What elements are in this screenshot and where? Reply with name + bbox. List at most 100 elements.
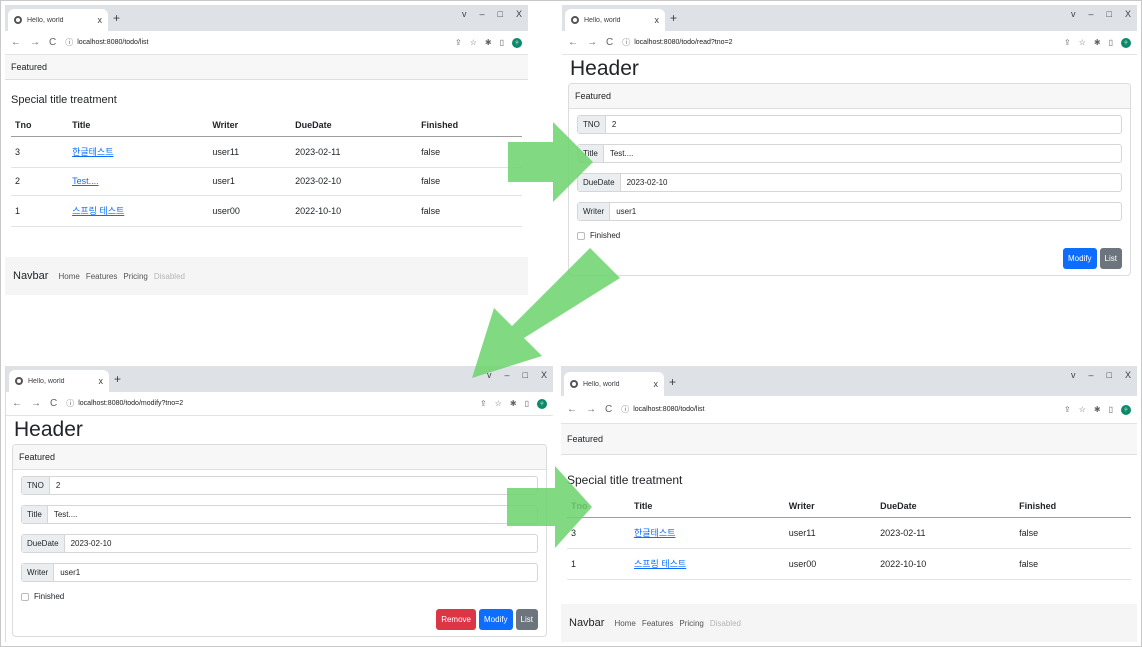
- maximize-button[interactable]: □: [1107, 370, 1112, 380]
- back-icon[interactable]: ←: [11, 37, 21, 48]
- share-icon[interactable]: ⇪: [1064, 405, 1071, 414]
- browser-tab[interactable]: Hello, world x: [565, 9, 665, 31]
- forward-icon[interactable]: →: [31, 398, 41, 409]
- browser-tab[interactable]: Hello, world x: [564, 372, 664, 396]
- nav-pricing[interactable]: Pricing: [123, 272, 147, 281]
- reload-icon[interactable]: C: [605, 404, 612, 415]
- close-tab-icon[interactable]: x: [99, 376, 104, 386]
- close-window-button[interactable]: X: [1125, 370, 1131, 380]
- back-icon[interactable]: ←: [12, 398, 22, 409]
- cell-duedate: 2023-02-10: [291, 167, 418, 196]
- nav-home[interactable]: Home: [58, 272, 79, 281]
- back-icon[interactable]: ←: [568, 37, 578, 48]
- profile-avatar[interactable]: 우: [1121, 404, 1131, 415]
- back-icon[interactable]: ←: [567, 404, 577, 415]
- nav-features[interactable]: Features: [642, 619, 674, 628]
- nav-features[interactable]: Features: [86, 272, 118, 281]
- cell-writer: user11: [784, 517, 877, 549]
- todo-link[interactable]: 한글테스트: [72, 147, 113, 157]
- url-field[interactable]: ⓘ localhost:8080/todo/list: [621, 404, 1055, 415]
- navbar-brand[interactable]: Navbar: [569, 617, 604, 629]
- modify-button[interactable]: Modify: [1062, 248, 1097, 269]
- extensions-icon[interactable]: ✱: [485, 38, 492, 47]
- todo-card: Featured TNO 2 Title Test.... DueDate 20…: [568, 83, 1131, 276]
- address-bar: ← → C ⓘ localhost:8080/todo/list ⇪ ☆ ✱ ▯…: [561, 396, 1137, 424]
- forward-icon[interactable]: →: [586, 404, 596, 415]
- tab-search-icon[interactable]: v: [462, 9, 467, 19]
- extensions-icon[interactable]: ✱: [510, 399, 517, 408]
- profile-avatar[interactable]: 우: [1121, 37, 1131, 48]
- title-input[interactable]: Test....: [48, 506, 537, 523]
- nav-disabled: Disabled: [153, 271, 185, 281]
- profile-avatar[interactable]: 우: [537, 398, 547, 409]
- writer-group: Writer user1: [21, 563, 538, 582]
- todo-link[interactable]: 스프링 테스트: [72, 206, 124, 216]
- info-icon[interactable]: ⓘ: [621, 404, 629, 415]
- cell-title: 한글테스트: [630, 517, 785, 549]
- list-button[interactable]: List: [515, 609, 538, 630]
- duedate-label: DueDate: [22, 535, 65, 552]
- side-panel-icon[interactable]: ▯: [525, 399, 529, 408]
- reload-icon[interactable]: C: [50, 398, 57, 409]
- close-window-button[interactable]: X: [516, 9, 522, 19]
- minimize-button[interactable]: –: [480, 9, 485, 19]
- extensions-icon[interactable]: ✱: [1094, 405, 1101, 414]
- new-tab-button[interactable]: +: [114, 372, 121, 386]
- minimize-button[interactable]: –: [1089, 370, 1094, 380]
- new-tab-button[interactable]: +: [670, 11, 677, 25]
- info-icon[interactable]: ⓘ: [622, 37, 630, 48]
- url-field[interactable]: ⓘ localhost:8080/todo/list: [65, 37, 446, 48]
- minimize-button[interactable]: –: [1089, 9, 1094, 19]
- close-window-button[interactable]: X: [541, 370, 547, 380]
- navbar-brand[interactable]: Navbar: [13, 270, 48, 282]
- tab-search-icon[interactable]: v: [1071, 9, 1076, 19]
- nav-pricing[interactable]: Pricing: [679, 619, 703, 628]
- card-title: Special title treatment: [11, 94, 117, 106]
- reload-icon[interactable]: C: [606, 37, 613, 48]
- bookmark-star-icon[interactable]: ☆: [470, 38, 477, 47]
- maximize-button[interactable]: □: [498, 9, 503, 19]
- tab-search-icon[interactable]: v: [1071, 370, 1076, 380]
- todo-link[interactable]: 한글테스트: [634, 528, 675, 538]
- col-title: Title: [630, 495, 785, 518]
- share-icon[interactable]: ⇪: [1064, 38, 1071, 47]
- url-field[interactable]: ⓘ localhost:8080/todo/read?tno=2: [622, 37, 1055, 48]
- todo-link[interactable]: Test....: [72, 176, 99, 186]
- maximize-button[interactable]: □: [523, 370, 528, 380]
- browser-tab[interactable]: Hello, world x: [9, 370, 109, 392]
- info-icon[interactable]: ⓘ: [65, 37, 73, 48]
- bookmark-star-icon[interactable]: ☆: [495, 399, 502, 408]
- nav-home[interactable]: Home: [614, 619, 635, 628]
- new-tab-button[interactable]: +: [669, 375, 676, 389]
- duedate-input[interactable]: 2023-02-10: [65, 535, 537, 552]
- maximize-button[interactable]: □: [1107, 9, 1112, 19]
- modify-button[interactable]: Modify: [478, 609, 513, 630]
- close-tab-icon[interactable]: x: [654, 379, 659, 389]
- extensions-icon[interactable]: ✱: [1094, 38, 1101, 47]
- remove-button[interactable]: Remove: [436, 609, 476, 630]
- minimize-button[interactable]: –: [505, 370, 510, 380]
- profile-avatar[interactable]: 우: [512, 37, 522, 48]
- finished-checkbox[interactable]: [21, 592, 29, 601]
- reload-icon[interactable]: C: [49, 37, 56, 48]
- share-icon[interactable]: ⇪: [455, 38, 462, 47]
- table-row: 2 Test.... user1 2023-02-10 false: [11, 167, 522, 196]
- info-icon[interactable]: ⓘ: [66, 398, 74, 409]
- close-tab-icon[interactable]: x: [98, 15, 103, 25]
- close-tab-icon[interactable]: x: [655, 15, 660, 25]
- side-panel-icon[interactable]: ▯: [500, 38, 504, 47]
- tab-search-icon[interactable]: v: [487, 370, 492, 380]
- bookmark-star-icon[interactable]: ☆: [1079, 405, 1086, 414]
- new-tab-button[interactable]: +: [113, 11, 120, 25]
- close-window-button[interactable]: X: [1125, 9, 1131, 19]
- browser-tab[interactable]: Hello, world x: [8, 9, 108, 31]
- url-field[interactable]: ⓘ localhost:8080/todo/modify?tno=2: [66, 398, 471, 409]
- share-icon[interactable]: ⇪: [480, 399, 487, 408]
- forward-icon[interactable]: →: [30, 37, 40, 48]
- side-panel-icon[interactable]: ▯: [1109, 405, 1113, 414]
- forward-icon[interactable]: →: [587, 37, 597, 48]
- bookmark-star-icon[interactable]: ☆: [1079, 38, 1086, 47]
- todo-link[interactable]: 스프링 테스트: [634, 559, 686, 569]
- side-panel-icon[interactable]: ▯: [1109, 38, 1113, 47]
- list-button[interactable]: List: [1099, 248, 1122, 269]
